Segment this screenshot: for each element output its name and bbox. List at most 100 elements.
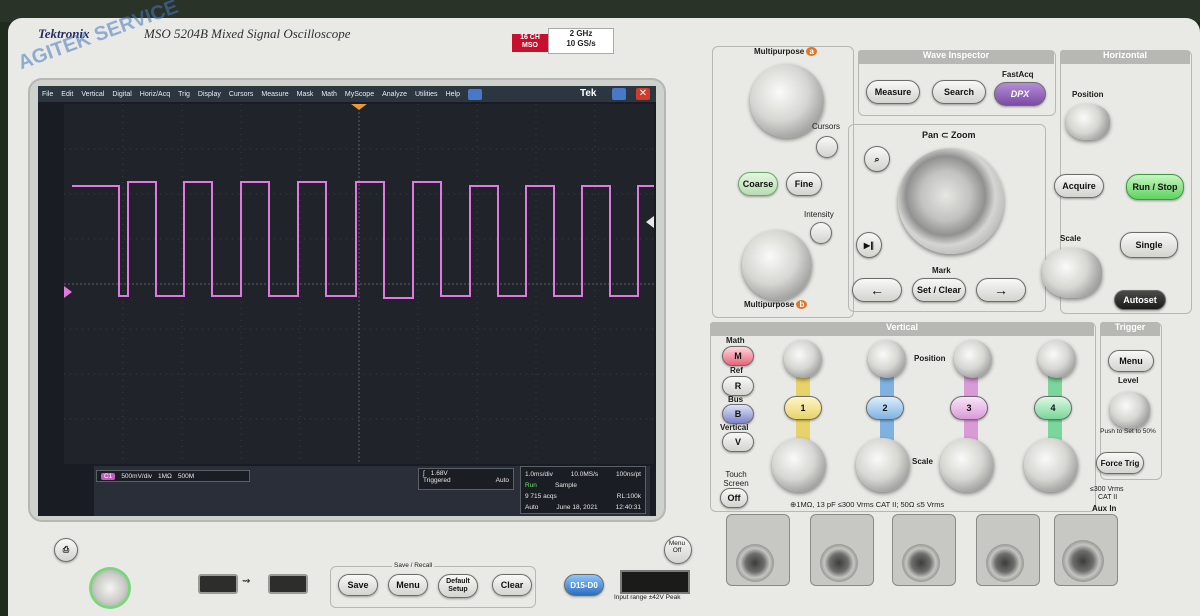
multipurpose-b-mark: b [796, 300, 808, 309]
usb-port-2[interactable] [268, 574, 308, 594]
multipurpose-a-mark: a [806, 47, 817, 56]
trigger-menu-button[interactable]: Menu [1108, 350, 1154, 372]
trigger-readout[interactable]: ∫ 1.68V Triggered Auto [418, 468, 514, 490]
ch2-bnc-icon [820, 544, 858, 582]
aux-bnc-icon [1062, 540, 1104, 582]
badge-channels: 16 CH [520, 34, 540, 41]
clear-button[interactable]: Clear [492, 574, 532, 596]
ch1-scale-knob[interactable] [772, 438, 826, 492]
menu-myscope[interactable]: MyScope [345, 91, 374, 98]
horizontal-scale-knob[interactable] [1042, 248, 1102, 298]
prev-mark-button[interactable]: ← [852, 278, 902, 302]
save-recall-label: Save / Recall [392, 562, 435, 569]
tek-logo: Tek [580, 88, 597, 99]
bus-button[interactable]: B [722, 404, 754, 424]
intensity-label: Intensity [804, 210, 834, 219]
menu-bar: File Edit Vertical Digital Horiz/Acq Tri… [38, 86, 656, 102]
math-button[interactable]: M [722, 346, 754, 366]
sample-rate: 10.0MS/s [570, 471, 599, 478]
coarse-button[interactable]: Coarse [738, 172, 778, 196]
ch4-scale-knob[interactable] [1024, 438, 1078, 492]
menu-display[interactable]: Display [198, 91, 221, 98]
search-button[interactable]: Search [932, 80, 986, 104]
trigger-level-knob[interactable] [1110, 392, 1150, 428]
channel-scale: 500mV/div [121, 472, 153, 480]
minimize-icon[interactable] [612, 88, 626, 100]
ref-button[interactable]: R [722, 376, 754, 396]
record-length: RL:100k [616, 493, 641, 500]
menu-mask[interactable]: Mask [297, 91, 314, 98]
menu-digital[interactable]: Digital [112, 91, 131, 98]
badge-samplerate: 10 GS/s [566, 39, 596, 48]
digital-probe-port[interactable] [620, 570, 690, 594]
force-trig-button[interactable]: Force Trig [1096, 452, 1144, 474]
next-mark-button[interactable]: → [976, 278, 1026, 302]
touch-screen-label: Touch Screen [723, 470, 749, 488]
menu-dropdown-icon[interactable] [467, 88, 482, 100]
trigger-position-marker [351, 104, 367, 110]
ch2-button[interactable]: 2 [866, 396, 904, 420]
run-stop-button[interactable]: Run / Stop [1126, 174, 1184, 200]
menu-cursors[interactable]: Cursors [229, 91, 254, 98]
touch-screen-off-button[interactable]: Off [720, 488, 748, 508]
usb-port-1[interactable] [198, 574, 238, 594]
ch2-scale-knob[interactable] [856, 438, 910, 492]
waveform-trace [72, 181, 654, 299]
ch3-bnc-icon [902, 544, 940, 582]
trigger-level-label: Level [1118, 376, 1139, 385]
printer-icon[interactable]: ⎙ [54, 538, 78, 562]
menu-trig[interactable]: Trig [178, 91, 190, 98]
menu-horiz-acq[interactable]: Horiz/Acq [140, 91, 170, 98]
acquisition-readout[interactable]: 1.0ms/div 10.0MS/s 100ns/pt Run Sample 9… [520, 466, 646, 514]
ch3-button[interactable]: 3 [950, 396, 988, 420]
horizontal-position-knob[interactable] [1066, 104, 1110, 140]
menu-file[interactable]: File [42, 91, 53, 98]
menu-measure[interactable]: Measure [261, 91, 288, 98]
vertical-scale-label: Scale [912, 457, 933, 466]
multipurpose-b-label: Multipurpose b [744, 300, 808, 309]
ch2-position-knob[interactable] [868, 340, 906, 378]
fine-button[interactable]: Fine [786, 172, 822, 196]
menu-utilities[interactable]: Utilities [415, 91, 438, 98]
autoset-button[interactable]: Autoset [1114, 290, 1166, 310]
menu-analyze[interactable]: Analyze [382, 91, 407, 98]
acquisition-mode: Sample [554, 482, 577, 489]
single-button[interactable]: Single [1120, 232, 1178, 258]
pan-zoom-knob[interactable] [898, 148, 1004, 254]
ch4-button[interactable]: 4 [1034, 396, 1072, 420]
save-button[interactable]: Save [338, 574, 378, 596]
menu-help[interactable]: Help [446, 91, 460, 98]
acquire-button[interactable]: Acquire [1054, 174, 1104, 198]
ch3-scale-knob[interactable] [940, 438, 994, 492]
play-pause-icon[interactable]: ▶∥ [856, 232, 882, 258]
channel-readout[interactable]: C1 500mV/div 1MΩ 500M [96, 470, 250, 482]
menu-vertical[interactable]: Vertical [81, 91, 104, 98]
run-state: Run [525, 482, 537, 489]
zoom-icon[interactable]: ⌕ [864, 146, 890, 172]
measure-button[interactable]: Measure [866, 80, 920, 104]
ch1-position-knob[interactable] [784, 340, 822, 378]
intensity-button[interactable] [810, 222, 832, 244]
cursors-button[interactable] [816, 136, 838, 158]
trigger-readout-line1: ∫ 1.68V [423, 470, 509, 477]
power-button[interactable] [92, 570, 128, 606]
dpx-button[interactable]: DPX [994, 82, 1046, 106]
acq-line1: 1.0ms/div 10.0MS/s 100ns/pt [525, 469, 641, 480]
digital-inputs-button[interactable]: D15-D0 [564, 574, 604, 596]
close-icon[interactable]: ✕ [636, 88, 650, 100]
acq-line3: 9 715 acqs RL:100k [525, 491, 641, 502]
ch1-button[interactable]: 1 [784, 396, 822, 420]
menu-off-label: Menu Off [668, 540, 686, 554]
ch3-position-knob[interactable] [954, 340, 992, 378]
menu-math[interactable]: Math [321, 91, 337, 98]
menu-edit[interactable]: Edit [61, 91, 73, 98]
bandwidth-badge: 2 GHz 10 GS/s [548, 28, 614, 54]
math-label: Math [726, 336, 745, 345]
default-setup-button[interactable]: Default Setup [438, 574, 478, 598]
multipurpose-b-knob[interactable] [742, 230, 812, 300]
badge-type: MSO [522, 42, 538, 49]
save-menu-button[interactable]: Menu [388, 574, 428, 596]
vertical-menu-button[interactable]: V [722, 432, 754, 452]
ch4-position-knob[interactable] [1038, 340, 1076, 378]
set-clear-button[interactable]: Set / Clear [912, 278, 966, 302]
